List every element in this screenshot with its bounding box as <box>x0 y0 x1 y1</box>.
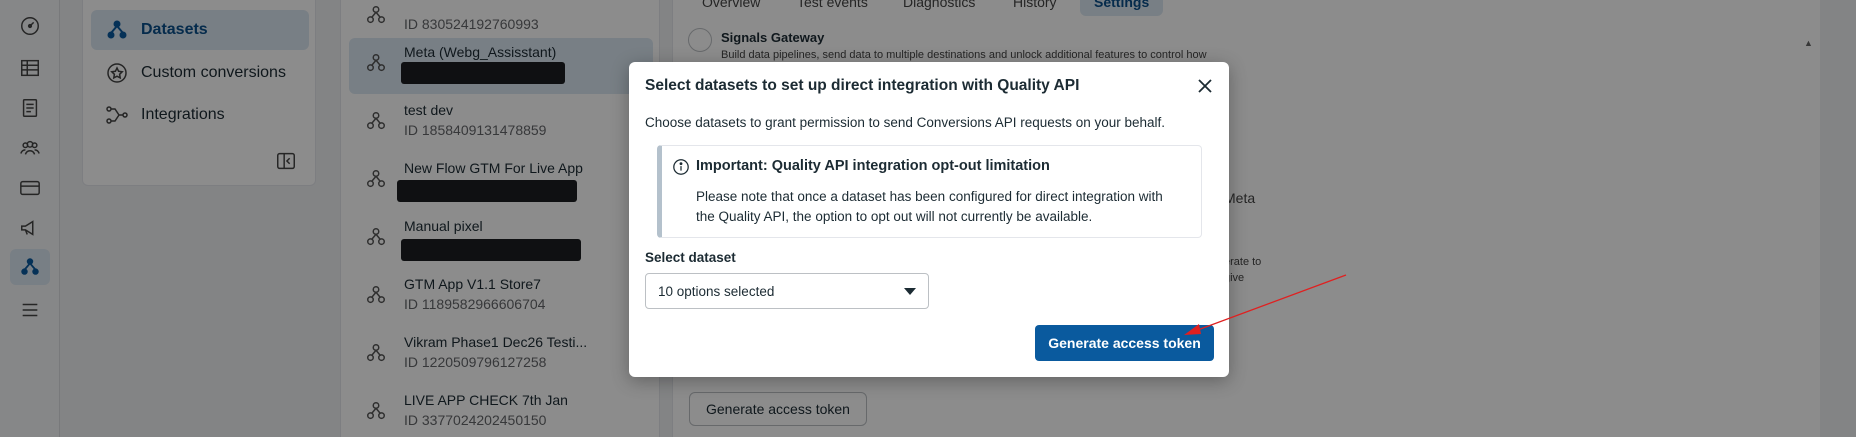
close-icon <box>1198 79 1212 93</box>
dataset-select-dropdown[interactable]: 10 options selected <box>645 273 929 309</box>
notice-title: Important: Quality API integration opt-o… <box>696 158 1050 174</box>
select-datasets-dialog: Select datasets to set up direct integra… <box>629 62 1229 377</box>
caret-down-icon <box>904 288 916 295</box>
notice-body: Please note that once a dataset has been… <box>696 189 1163 224</box>
dialog-subtitle: Choose datasets to grant permission to s… <box>645 115 1166 130</box>
close-button[interactable] <box>1195 76 1215 96</box>
dataset-select-value: 10 options selected <box>658 284 775 299</box>
select-dataset-label: Select dataset <box>645 250 736 265</box>
generate-access-token-button[interactable]: Generate access token <box>1035 325 1214 361</box>
opt-out-notice: Important: Quality API integration opt-o… <box>657 145 1202 238</box>
dialog-title: Select datasets to set up direct integra… <box>645 77 1080 94</box>
info-icon <box>673 159 689 175</box>
